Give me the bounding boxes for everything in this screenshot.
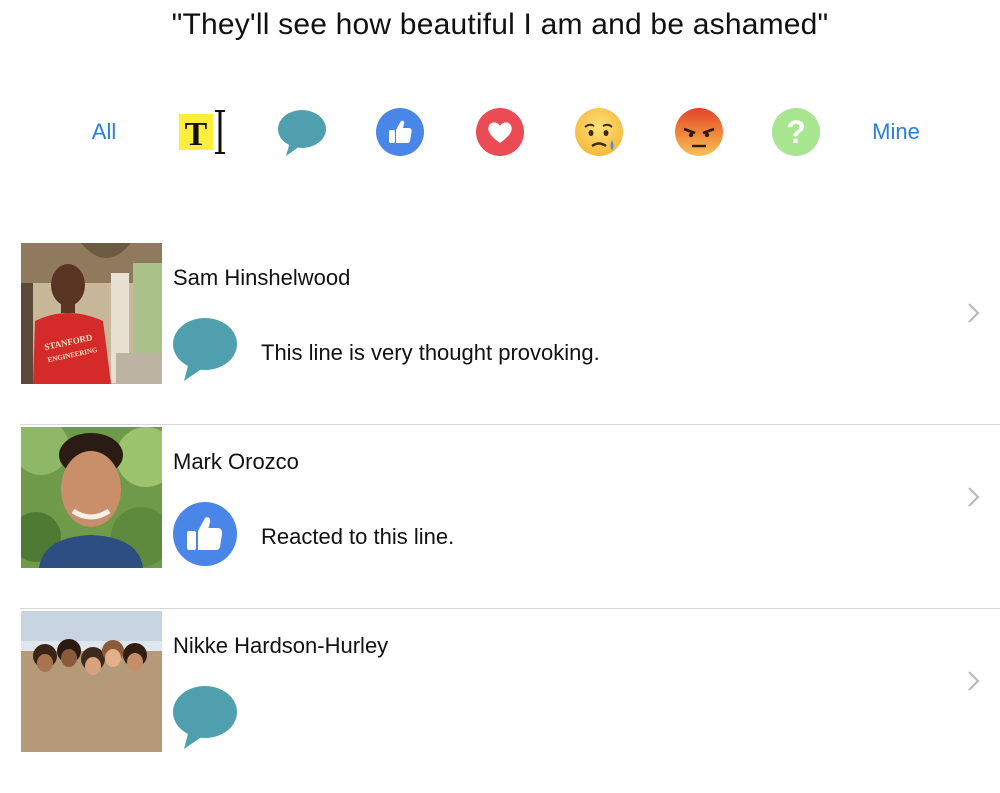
question-icon: ? (772, 108, 820, 156)
entry-name: Sam Hinshelwood (173, 265, 351, 290)
thumbs-up-icon (173, 502, 237, 566)
filter-text-annotations[interactable]: T (176, 106, 226, 158)
sad-face-icon (575, 108, 623, 156)
list-item[interactable]: Mark Orozco Reacted to this line. (0, 425, 1000, 609)
speech-bubble-icon (173, 686, 237, 749)
text-glyph: T (185, 116, 208, 153)
entry-name: Nikke Hardson-Hurley (173, 633, 389, 658)
chevron-right-icon (968, 487, 980, 507)
avatar (21, 427, 162, 568)
speech-bubble-icon (278, 110, 326, 156)
filter-all[interactable]: All (80, 106, 128, 158)
entry-name: Mark Orozco (173, 449, 299, 474)
speech-bubble-icon (173, 318, 237, 381)
heart-icon (476, 108, 524, 156)
chevron-right-icon (968, 303, 980, 323)
filter-mine[interactable]: Mine (866, 106, 926, 158)
filter-mine-label: Mine (872, 119, 920, 144)
filter-all-label: All (91, 119, 117, 144)
filter-sad[interactable] (574, 106, 624, 158)
filter-love[interactable] (476, 106, 524, 158)
thumbs-up-icon (376, 108, 424, 156)
filter-angry[interactable] (674, 106, 724, 158)
quote-header: "They'll see how beautiful I am and be a… (171, 8, 829, 41)
avatar (21, 611, 162, 752)
reaction-filter-bar: All T ? Mine (0, 106, 1000, 158)
entry-text: This line is very thought provoking. (261, 340, 600, 365)
filter-likes[interactable] (376, 106, 424, 158)
list-item[interactable]: Nikke Hardson-Hurley (0, 609, 1000, 793)
angry-face-icon (675, 108, 723, 156)
entry-text: Reacted to this line. (261, 524, 455, 549)
filter-questions[interactable]: ? (772, 106, 820, 158)
text-cursor-icon: T (179, 110, 225, 154)
list-item[interactable]: STANFORD ENGINEERING Sam Hinshelwood Thi… (0, 241, 1000, 425)
avatar: STANFORD ENGINEERING (21, 243, 162, 384)
filter-comments[interactable] (276, 106, 328, 158)
chevron-right-icon (968, 671, 980, 691)
